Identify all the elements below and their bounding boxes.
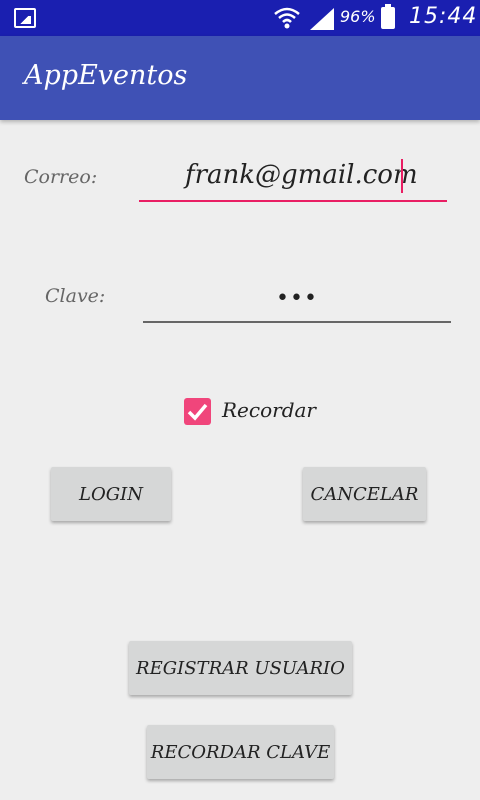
text-cursor (401, 159, 403, 193)
recover-password-button[interactable]: RECORDAR CLAVE (147, 725, 334, 779)
cancel-button[interactable]: CANCELAR (303, 467, 426, 521)
remember-label: Recordar (222, 398, 316, 422)
email-value: frank@gmail.com (185, 160, 418, 190)
password-value: ••• (276, 286, 318, 311)
status-bar: 96% 15:44 (0, 0, 480, 36)
email-label: Correo: (24, 166, 98, 188)
password-field[interactable]: ••• (143, 278, 451, 323)
app-bar: AppEventos (0, 36, 480, 120)
battery-icon (381, 4, 395, 29)
battery-percent: 96% (340, 7, 376, 26)
clock: 15:44 (409, 4, 478, 29)
email-field[interactable]: frank@gmail.com (139, 150, 447, 202)
remember-checkbox[interactable] (184, 398, 211, 425)
checkmark-icon (187, 403, 208, 421)
wifi-icon (274, 7, 300, 29)
register-user-button[interactable]: REGISTRAR USUARIO (129, 641, 352, 695)
login-button[interactable]: LOGIN (51, 467, 171, 521)
password-label: Clave: (45, 285, 106, 307)
signal-icon (310, 8, 334, 30)
image-notification-icon (14, 8, 36, 28)
app-title: AppEventos (24, 60, 188, 91)
